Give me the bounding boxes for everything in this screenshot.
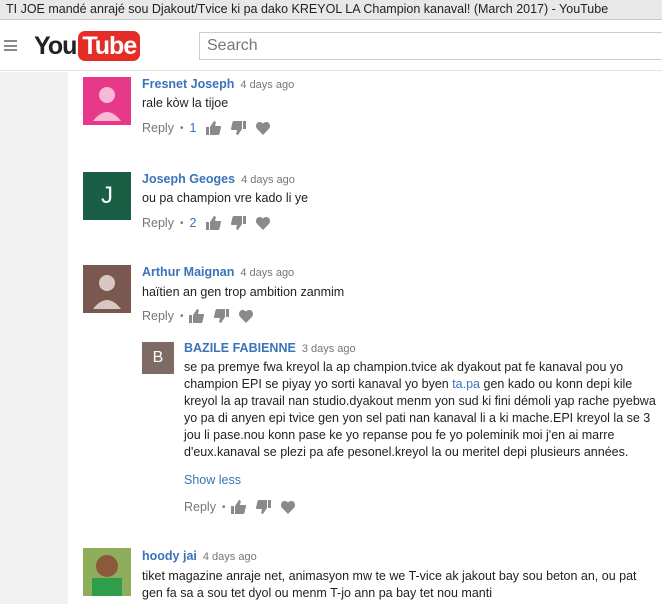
youtube-header: You Tube Search: [0, 21, 662, 71]
comment-author[interactable]: hoody jai 4 days ago: [142, 549, 257, 563]
separator-dot: •: [179, 310, 184, 322]
separator-dot: •: [179, 217, 184, 229]
author-name[interactable]: BAZILE FABIENNE: [184, 341, 296, 355]
avatar-letter: B: [152, 349, 164, 366]
youtube-logo[interactable]: You Tube: [34, 31, 141, 61]
comment-time[interactable]: 4 days ago: [203, 551, 257, 563]
thumbs-down-icon[interactable]: [231, 121, 247, 135]
avatar-letter: J: [101, 182, 113, 209]
author-name[interactable]: Fresnet Joseph: [142, 77, 234, 91]
comment-actions: Reply •: [142, 308, 263, 324]
comment-actions: Reply • 1: [142, 120, 280, 136]
comment-text: haïtien an gen trop ambition zanmim: [142, 285, 345, 299]
search-input[interactable]: Search: [199, 32, 662, 60]
comment-actions: Reply • 2: [142, 215, 280, 231]
logo-you-text: You: [34, 31, 77, 60]
reply-button[interactable]: Reply: [142, 309, 174, 323]
reply-button[interactable]: Reply: [142, 216, 174, 230]
hamburger-menu-icon[interactable]: [4, 40, 17, 51]
user-photo-avatar: [83, 548, 131, 596]
comment-time[interactable]: 4 days ago: [240, 79, 294, 91]
default-avatar-icon: [93, 87, 121, 121]
thumbs-up-icon[interactable]: [189, 309, 205, 323]
separator-dot: •: [179, 122, 184, 134]
thumbs-up-icon[interactable]: [206, 121, 222, 135]
text-link[interactable]: ta.pa: [452, 377, 480, 391]
reply-button[interactable]: Reply: [142, 121, 174, 135]
avatar[interactable]: [83, 77, 131, 125]
comment-author[interactable]: Arthur Maignan 4 days ago: [142, 265, 294, 279]
separator-dot: •: [221, 501, 226, 513]
like-count: 2: [189, 216, 197, 230]
comment-time[interactable]: 4 days ago: [241, 174, 295, 186]
avatar[interactable]: [83, 548, 131, 596]
comment-text: rale kòw la tijoe: [142, 96, 229, 110]
reply-button[interactable]: Reply: [184, 500, 216, 514]
avatar[interactable]: B: [142, 342, 174, 374]
reply-comment-item: B BAZILE FABIENNE 3 days ago se pa premye…: [68, 340, 662, 520]
heart-icon[interactable]: [256, 121, 271, 135]
thumbs-up-icon[interactable]: [206, 216, 222, 230]
comment-item: J Joseph Geoges 4 days ago ou pa champion…: [68, 167, 662, 247]
comment-item: hoody jai 4 days ago tiket magazine anraj…: [68, 544, 662, 604]
thumbs-down-icon[interactable]: [214, 309, 230, 323]
comment-item: Arthur Maignan 4 days ago haïtien an gen …: [68, 261, 662, 341]
heart-icon[interactable]: [239, 309, 254, 323]
avatar[interactable]: [83, 265, 131, 313]
thumbs-down-icon[interactable]: [256, 500, 272, 514]
comment-author[interactable]: Fresnet Joseph 4 days ago: [142, 77, 294, 91]
show-less-link[interactable]: Show less: [184, 473, 241, 487]
author-name[interactable]: hoody jai: [142, 549, 197, 563]
heart-icon[interactable]: [256, 216, 271, 230]
comment-time[interactable]: 4 days ago: [240, 267, 294, 279]
window-title: TI JOE mandé anrajé sou Djakout/Tvice ki…: [0, 0, 662, 20]
comment-text: tiket magazine anraje net, animasyon mw …: [142, 569, 637, 600]
comment-actions: Reply •: [184, 499, 305, 515]
avatar[interactable]: J: [83, 172, 131, 220]
comment-item: Fresnet Joseph 4 days ago rale kòw la tij…: [68, 72, 662, 152]
comment-author[interactable]: BAZILE FABIENNE 3 days ago: [184, 341, 356, 355]
comment-author[interactable]: Joseph Geoges 4 days ago: [142, 172, 295, 186]
logo-tube-text: Tube: [78, 31, 141, 61]
comments-section: Fresnet Joseph 4 days ago rale kòw la tij…: [68, 72, 662, 604]
thumbs-up-icon[interactable]: [231, 500, 247, 514]
heart-icon[interactable]: [281, 500, 296, 514]
author-name[interactable]: Joseph Geoges: [142, 172, 235, 186]
default-avatar-icon: [93, 275, 121, 309]
thumbs-down-icon[interactable]: [231, 216, 247, 230]
left-rail: [0, 72, 68, 604]
comment-time[interactable]: 3 days ago: [302, 343, 356, 355]
like-count: 1: [189, 121, 197, 135]
comment-text: ou pa champion vre kado li ye: [142, 191, 309, 205]
comment-text: se pa premye fwa kreyol la ap champion.t…: [184, 359, 660, 461]
author-name[interactable]: Arthur Maignan: [142, 265, 234, 279]
